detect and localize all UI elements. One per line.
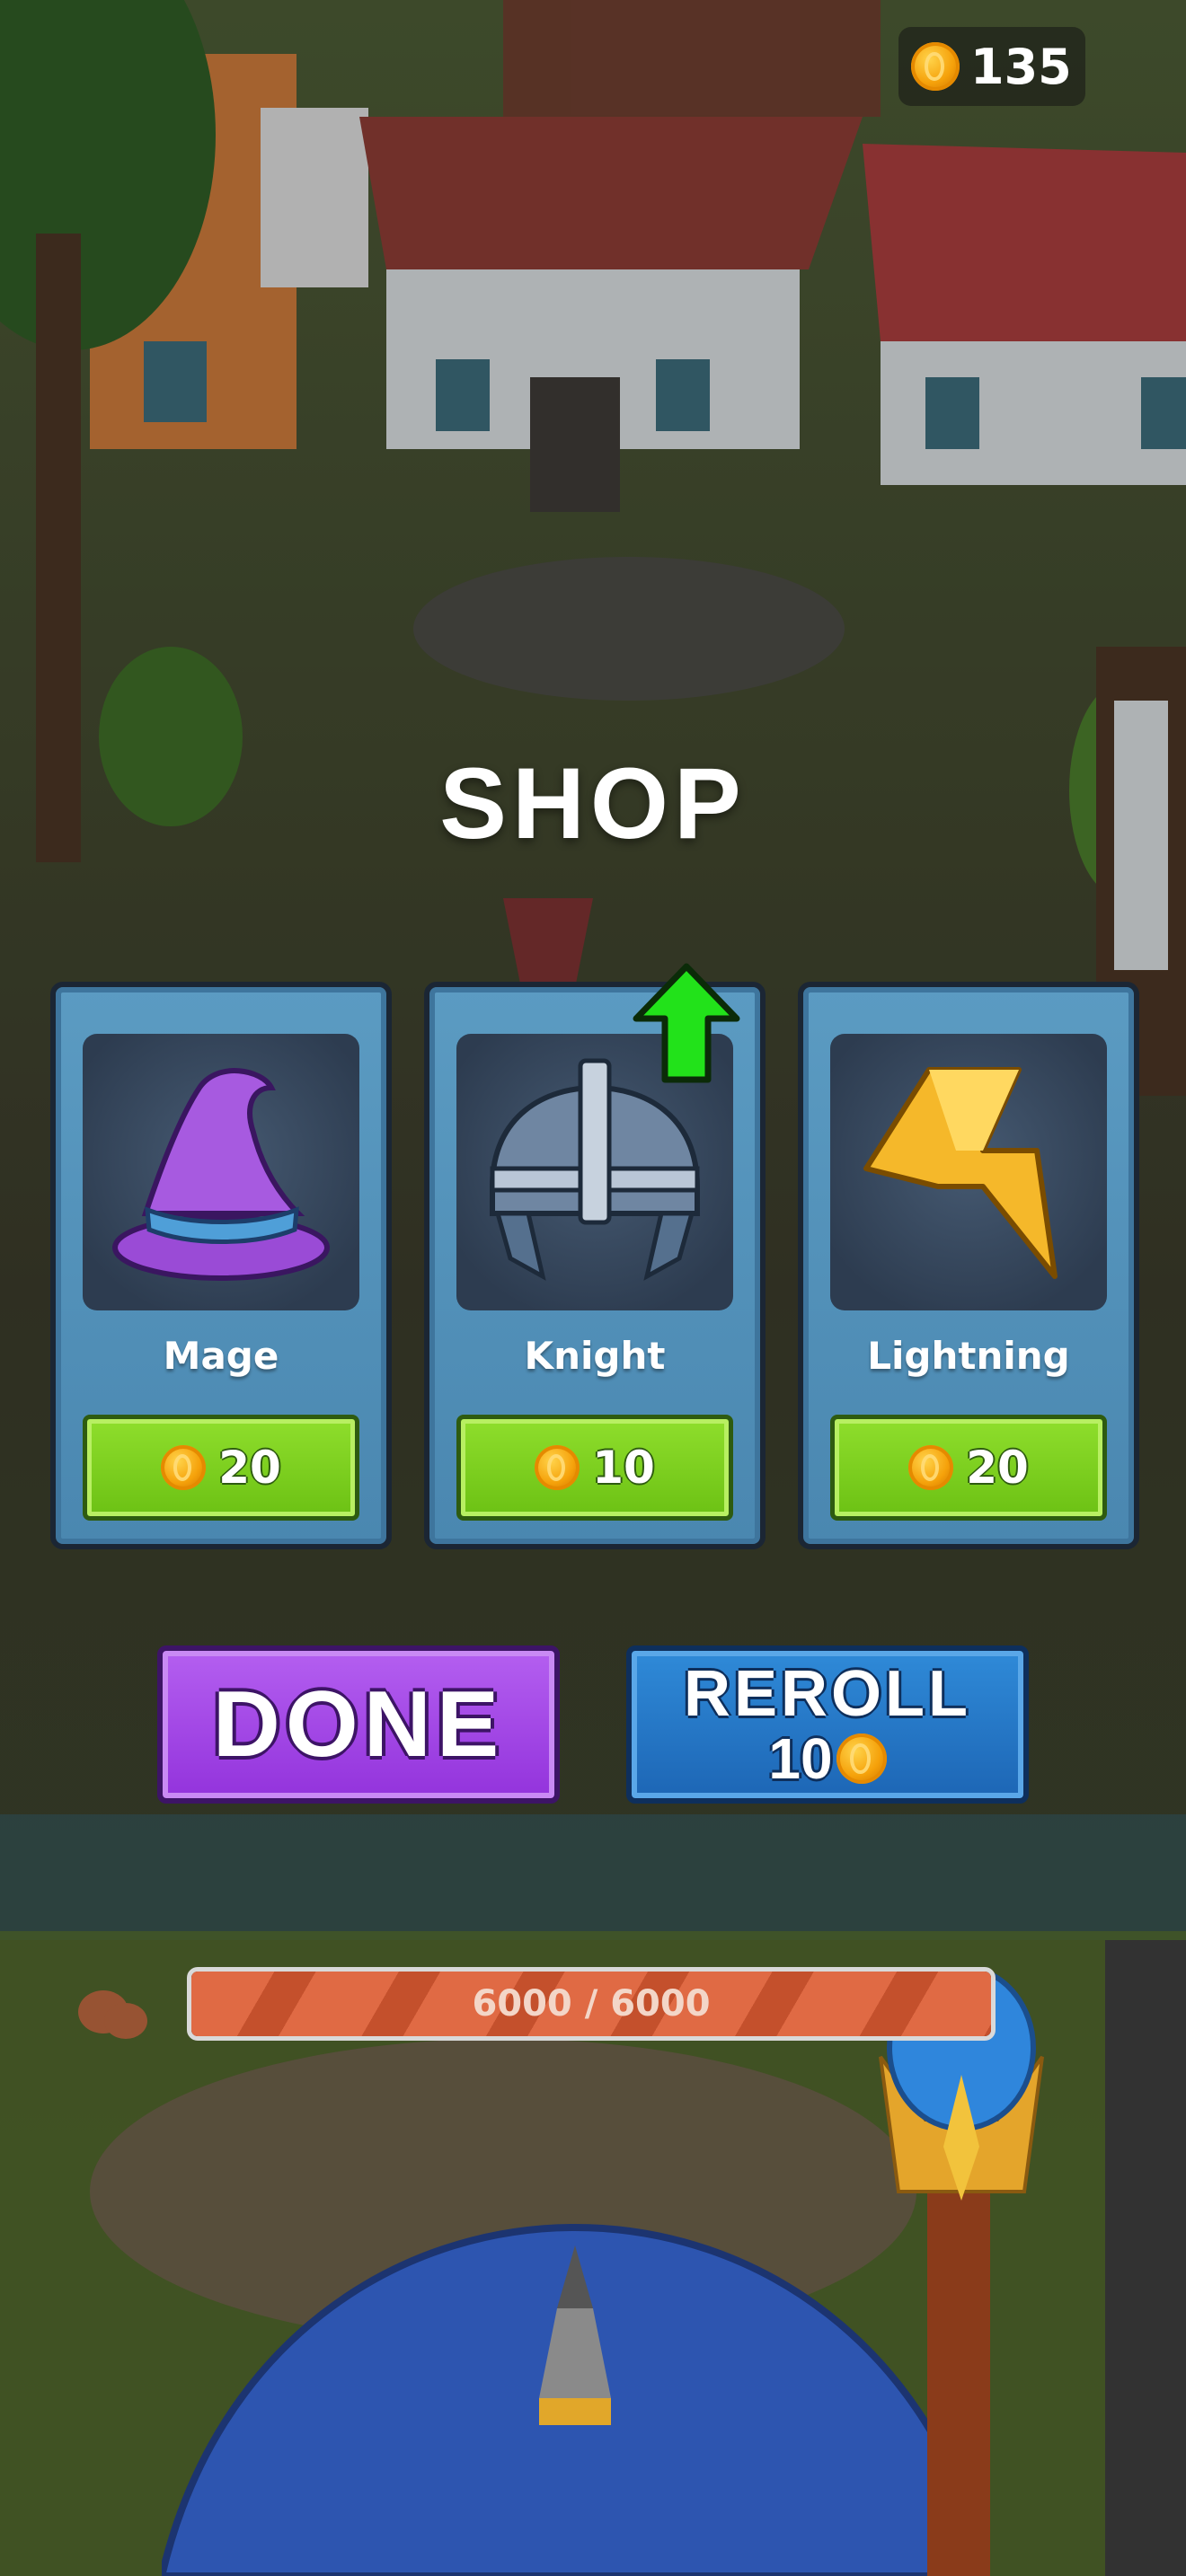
reroll-label: REROLL bbox=[684, 1658, 971, 1730]
card-price: 10 bbox=[592, 1442, 655, 1494]
magic-staff bbox=[879, 1967, 1044, 2576]
buy-lightning-button[interactable]: 20 bbox=[830, 1415, 1107, 1521]
card-art bbox=[830, 1034, 1107, 1310]
card-price: 20 bbox=[966, 1442, 1029, 1494]
card-name: Knight bbox=[524, 1334, 666, 1378]
buy-knight-button[interactable]: 10 bbox=[456, 1415, 733, 1521]
coin-icon bbox=[836, 1734, 887, 1784]
wizard-hat-icon bbox=[112, 1068, 330, 1281]
card-name: Mage bbox=[163, 1334, 279, 1378]
card-price: 20 bbox=[218, 1442, 281, 1494]
reroll-cost-row: 10 bbox=[768, 1726, 887, 1791]
buy-mage-button[interactable]: 20 bbox=[83, 1415, 359, 1521]
coin-icon bbox=[908, 1445, 954, 1490]
coin-count: 135 bbox=[970, 38, 1072, 95]
lightning-bolt-icon bbox=[863, 1067, 1058, 1279]
card-art bbox=[83, 1034, 359, 1310]
coin-icon bbox=[911, 42, 960, 91]
health-text: 6000 / 6000 bbox=[472, 1983, 711, 2025]
coin-counter: 135 bbox=[898, 27, 1085, 106]
upgrade-arrow-icon bbox=[633, 963, 740, 1083]
reroll-cost: 10 bbox=[768, 1726, 833, 1791]
tower-health-bar: 6000 / 6000 bbox=[187, 1967, 996, 2041]
card-name: Lightning bbox=[867, 1334, 1070, 1378]
reroll-button[interactable]: REROLL 10 bbox=[626, 1645, 1029, 1804]
coin-icon bbox=[535, 1445, 580, 1490]
shop-card-mage[interactable]: Mage 20 bbox=[50, 982, 392, 1549]
shop-card-lightning[interactable]: Lightning 20 bbox=[798, 982, 1139, 1549]
done-label: DONE bbox=[212, 1672, 505, 1777]
shop-title: SHOP bbox=[439, 747, 747, 860]
done-button[interactable]: DONE bbox=[157, 1645, 560, 1804]
coin-icon bbox=[161, 1445, 207, 1490]
